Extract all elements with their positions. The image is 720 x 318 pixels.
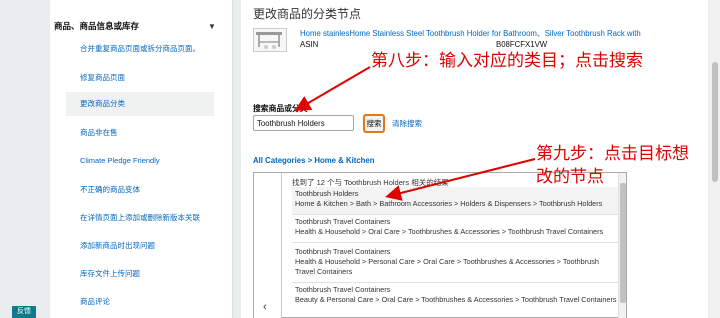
result-name: Toothbrush Travel Containers	[295, 285, 391, 294]
nav-item-inventory-upload[interactable]: 库存文件上传问题	[80, 269, 230, 279]
category-breadcrumb[interactable]: All Categories > Home & Kitchen	[253, 156, 375, 165]
product-title-link[interactable]: Home stainlesHome Stainless Steel Toothb…	[300, 28, 705, 39]
screen: 反馈 商品、商品信息或库存 ▼ 合并重复商品页面或拆分商品页面。 修复商品页面 …	[0, 0, 720, 318]
category-search-input[interactable]	[253, 115, 354, 131]
nav-item-change-category[interactable]: 更改商品分类	[66, 92, 214, 116]
page-title: 更改商品的分类节点	[253, 7, 362, 21]
result-path: Home & Kitchen > Bath > Bathroom Accesso…	[295, 199, 603, 208]
nav-item-add-product[interactable]: 添加新商品时出现问题	[80, 241, 230, 251]
results-list: ‹ 找到了 12 个与 Toothbrush Holders 相关的结果 Too…	[253, 172, 627, 318]
nav-item-variation[interactable]: 不正确的商品变体	[80, 185, 230, 195]
nav-item-fix-page[interactable]: 修复商品页面	[80, 73, 230, 83]
result-item[interactable]: Toothbrush Travel Containers Health & Ho…	[292, 215, 620, 243]
result-name: Toothbrush Travel Containers	[295, 217, 391, 226]
result-path: Beauty & Personal Care > Oral Care > Too…	[295, 295, 617, 304]
back-button[interactable]: ‹	[254, 173, 282, 318]
step8-annotation: 第八步：输入对应的类目；点击搜索	[371, 51, 643, 70]
asin-value: B08FCFX1VW	[496, 40, 548, 49]
result-path: Health & Household > Personal Care > Ora…	[295, 257, 599, 276]
search-button[interactable]: 搜索	[363, 114, 385, 133]
nav-item-merge-split[interactable]: 合并重复商品页面或拆分商品页面。	[80, 44, 230, 54]
result-item[interactable]: Toothbrush Travel Containers Beauty & Pe…	[292, 283, 620, 318]
help-nav-panel: 商品、商品信息或库存 ▼ 合并重复商品页面或拆分商品页面。 修复商品页面 更改商…	[50, 0, 233, 318]
clear-search-link[interactable]: 清除搜索	[392, 118, 422, 129]
step9-annotation-line2: 改的节点	[536, 167, 604, 186]
result-item[interactable]: Toothbrush Holders Home & Kitchen > Bath…	[292, 187, 620, 215]
asin-label: ASIN	[300, 40, 319, 49]
nav-item-climate-pledge[interactable]: Climate Pledge Friendly	[80, 156, 230, 166]
search-label: 搜索商品或分类	[253, 104, 308, 113]
step9-annotation-line1: 第九步：点击目标想	[536, 144, 689, 163]
left-gutter: 反馈	[0, 0, 50, 318]
feedback-button[interactable]: 反馈	[12, 306, 36, 318]
nav-item-reviews[interactable]: 商品评论	[80, 297, 230, 307]
toothbrush-holder-image-icon	[256, 32, 282, 49]
result-name: Toothbrush Holders	[295, 189, 359, 198]
results-scrollbar-thumb[interactable]	[620, 183, 626, 303]
result-name: Toothbrush Travel Containers	[295, 247, 391, 256]
nav-item-edition-link[interactable]: 在详情页面上添加或删除新版本关联	[80, 213, 230, 223]
result-item[interactable]: Toothbrush Travel Containers Health & Ho…	[292, 245, 620, 283]
page-scrollbar[interactable]	[710, 0, 720, 318]
nav-item-not-selling[interactable]: 商品非在售	[80, 128, 230, 138]
results-scrollbar[interactable]	[618, 173, 626, 318]
nav-section-header[interactable]: 商品、商品信息或库存	[54, 20, 224, 32]
result-path: Health & Household > Oral Care > Toothbr…	[295, 227, 604, 236]
chevron-left-icon: ‹	[263, 301, 267, 313]
page-scrollbar-thumb[interactable]	[712, 62, 718, 182]
product-thumbnail	[253, 28, 287, 52]
caret-down-icon[interactable]: ▼	[208, 22, 216, 31]
